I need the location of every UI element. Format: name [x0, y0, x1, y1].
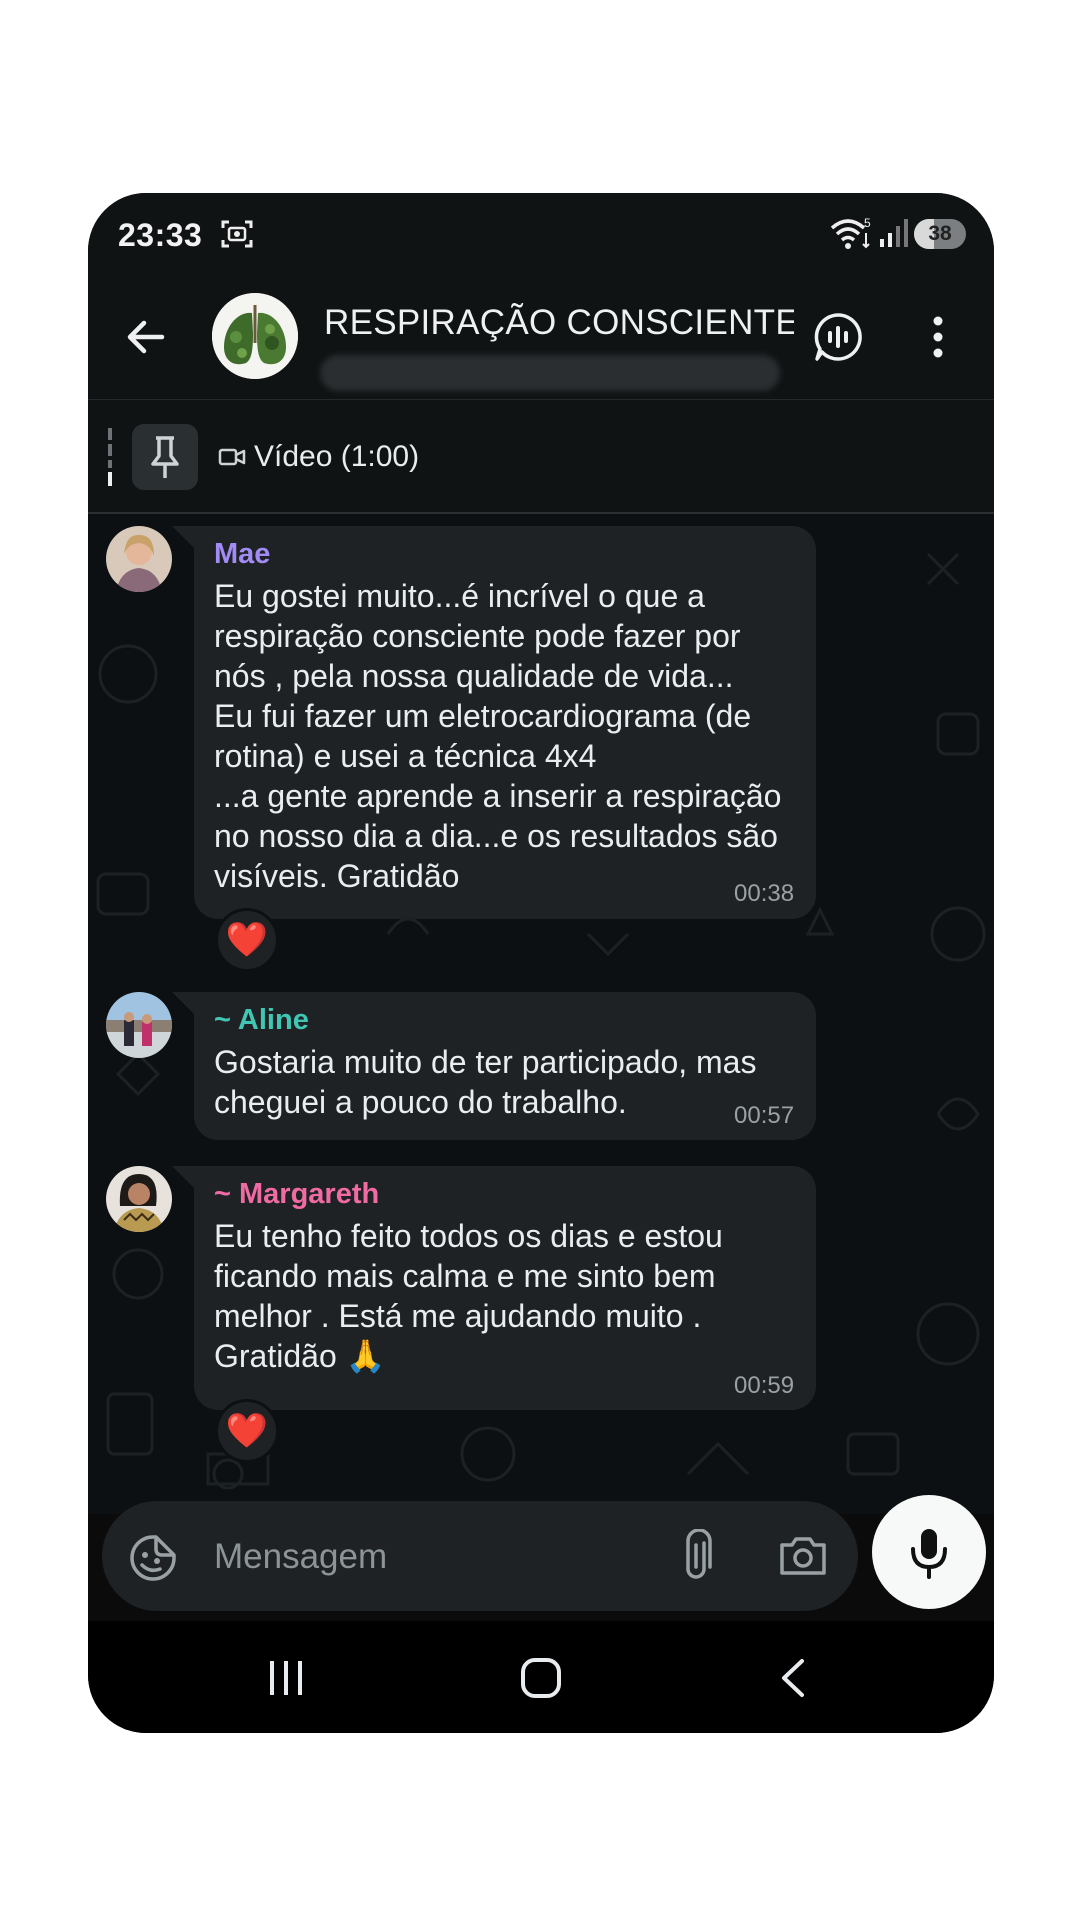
- message-text: Gostaria muito de ter participado, mas c…: [214, 1044, 757, 1120]
- message-bubble[interactable]: ~ Aline Gostaria muito de ter participad…: [194, 992, 816, 1140]
- message-time: 00:57: [734, 1102, 795, 1129]
- pinned-text: Vídeo (1:00): [254, 440, 420, 473]
- paperclip-icon[interactable]: [676, 1528, 716, 1583]
- sticker-icon[interactable]: [128, 1533, 178, 1583]
- home-icon[interactable]: [520, 1657, 562, 1704]
- lungs-tree-icon: [212, 293, 298, 379]
- message-time: 00:38: [734, 880, 795, 907]
- phone-screen: 23:33 5 38 RESPIRAÇÃO CONSCIENTE... Víde…: [88, 193, 994, 1733]
- video-camera-icon: [218, 446, 246, 473]
- voice-chat-icon[interactable]: [812, 311, 864, 363]
- pinned-message-bar[interactable]: Vídeo (1:00): [88, 400, 994, 514]
- avatar-aline[interactable]: [106, 992, 172, 1058]
- message-time: 00:59: [734, 1372, 795, 1399]
- wifi-badge: 5: [864, 217, 871, 230]
- message-sender[interactable]: ~ Aline: [214, 1004, 309, 1037]
- message-sender[interactable]: Mae: [214, 538, 270, 571]
- message-text: Eu gostei muito...é incrível o que a res…: [214, 578, 782, 894]
- message-composer: [102, 1501, 858, 1611]
- group-members-blurred: [320, 355, 780, 391]
- microphone-button[interactable]: [872, 1495, 986, 1609]
- group-avatar[interactable]: [212, 293, 298, 379]
- message-bubble[interactable]: ~ Margareth Eu tenho feito todos os dias…: [194, 1166, 816, 1410]
- avatar-margareth[interactable]: [106, 1166, 172, 1232]
- avatar-mae[interactable]: [106, 526, 172, 592]
- screenshot-icon: [220, 219, 254, 254]
- camera-icon[interactable]: [778, 1531, 828, 1581]
- more-options-icon[interactable]: [928, 313, 948, 361]
- pinned-indicator: [108, 428, 112, 486]
- messages-area[interactable]: Mae Eu gostei muito...é incrível o que a…: [88, 514, 994, 1514]
- recent-apps-icon[interactable]: [266, 1657, 306, 1702]
- wifi-icon: 5: [830, 216, 874, 256]
- microphone-icon: [911, 1529, 947, 1579]
- message-sender[interactable]: ~ Margareth: [214, 1178, 379, 1211]
- message-input[interactable]: [212, 1531, 646, 1583]
- signal-icon: [878, 217, 908, 254]
- status-bar: 23:33 5 38: [88, 193, 994, 273]
- heart-reaction[interactable]: ❤️: [215, 908, 279, 972]
- heart-reaction[interactable]: ❤️: [215, 1399, 279, 1463]
- system-nav-bar: [88, 1621, 994, 1733]
- battery-indicator: 38: [914, 219, 966, 249]
- message-text: Eu tenho feito todos os dias e estou fic…: [214, 1218, 723, 1374]
- pin-icon[interactable]: [132, 424, 198, 490]
- battery-level: 38: [928, 222, 952, 245]
- chat-header: RESPIRAÇÃO CONSCIENTE...: [88, 273, 994, 400]
- message-bubble[interactable]: Mae Eu gostei muito...é incrível o que a…: [194, 526, 816, 919]
- status-time: 23:33: [118, 217, 203, 253]
- nav-back-icon[interactable]: [778, 1657, 808, 1704]
- group-title[interactable]: RESPIRAÇÃO CONSCIENTE...: [324, 303, 794, 343]
- back-arrow-icon[interactable]: [122, 313, 170, 361]
